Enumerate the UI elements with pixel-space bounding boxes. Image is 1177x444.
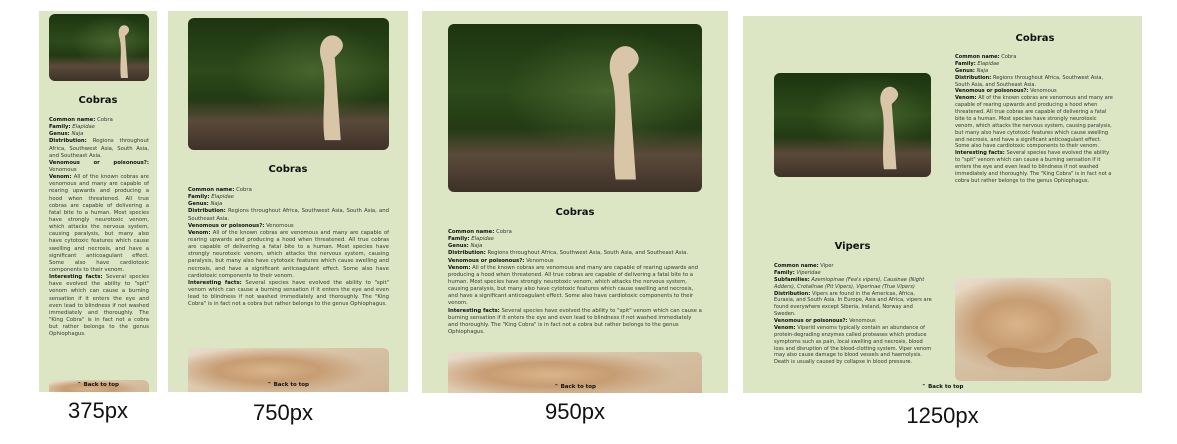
vipers-title: Vipers xyxy=(834,241,871,252)
preview-1250: Cobras Common name: Cobra Family: Elapid… xyxy=(743,16,1142,393)
cobra-image xyxy=(188,18,389,150)
back-to-top-link[interactable]: ⌃ Back to top xyxy=(743,384,1142,390)
cobra-image xyxy=(49,14,149,81)
vipers-info: Common name: Viper Family: Viperidae Sub… xyxy=(774,263,932,366)
chevron-up-icon: ⌃ xyxy=(76,382,82,388)
width-label-375: 375px xyxy=(68,398,128,423)
preview-375: Cobras Common name: Cobra Family: Elapid… xyxy=(39,11,157,392)
cobras-info: Common name: Cobra Family: Elapidae Genu… xyxy=(188,187,389,308)
width-label-750: 750px xyxy=(253,400,313,425)
chevron-up-icon: ⌃ xyxy=(921,384,927,390)
width-label-950: 950px xyxy=(545,399,605,424)
back-to-top-link[interactable]: ⌃ Back to top xyxy=(168,382,408,388)
cobras-info: Common name: Cobra Family: Elapidae Genu… xyxy=(955,54,1113,184)
cobras-title: Cobras xyxy=(1015,33,1055,44)
width-label-1250: 1250px xyxy=(906,403,979,428)
viper-image xyxy=(955,278,1111,381)
chevron-up-icon: ⌃ xyxy=(266,382,272,388)
cobras-title: Cobras xyxy=(555,207,595,218)
back-to-top-link[interactable]: ⌃ Back to top xyxy=(422,384,728,390)
preview-750: Cobras Common name: Cobra Family: Elapid… xyxy=(168,11,408,392)
cobra-image xyxy=(774,73,931,177)
cobras-info: Common name: Cobra Family: Elapidae Genu… xyxy=(448,229,702,335)
cobras-info: Common name: Cobra Family: Elapidae Genu… xyxy=(49,117,149,338)
cobra-image xyxy=(448,24,702,192)
chevron-up-icon: ⌃ xyxy=(553,384,559,390)
cobras-title: Cobras xyxy=(78,95,118,106)
cobras-title: Cobras xyxy=(268,164,308,175)
back-to-top-link[interactable]: ⌃ Back to top xyxy=(39,382,157,388)
preview-950: Cobras Common name: Cobra Family: Elapid… xyxy=(422,11,728,393)
